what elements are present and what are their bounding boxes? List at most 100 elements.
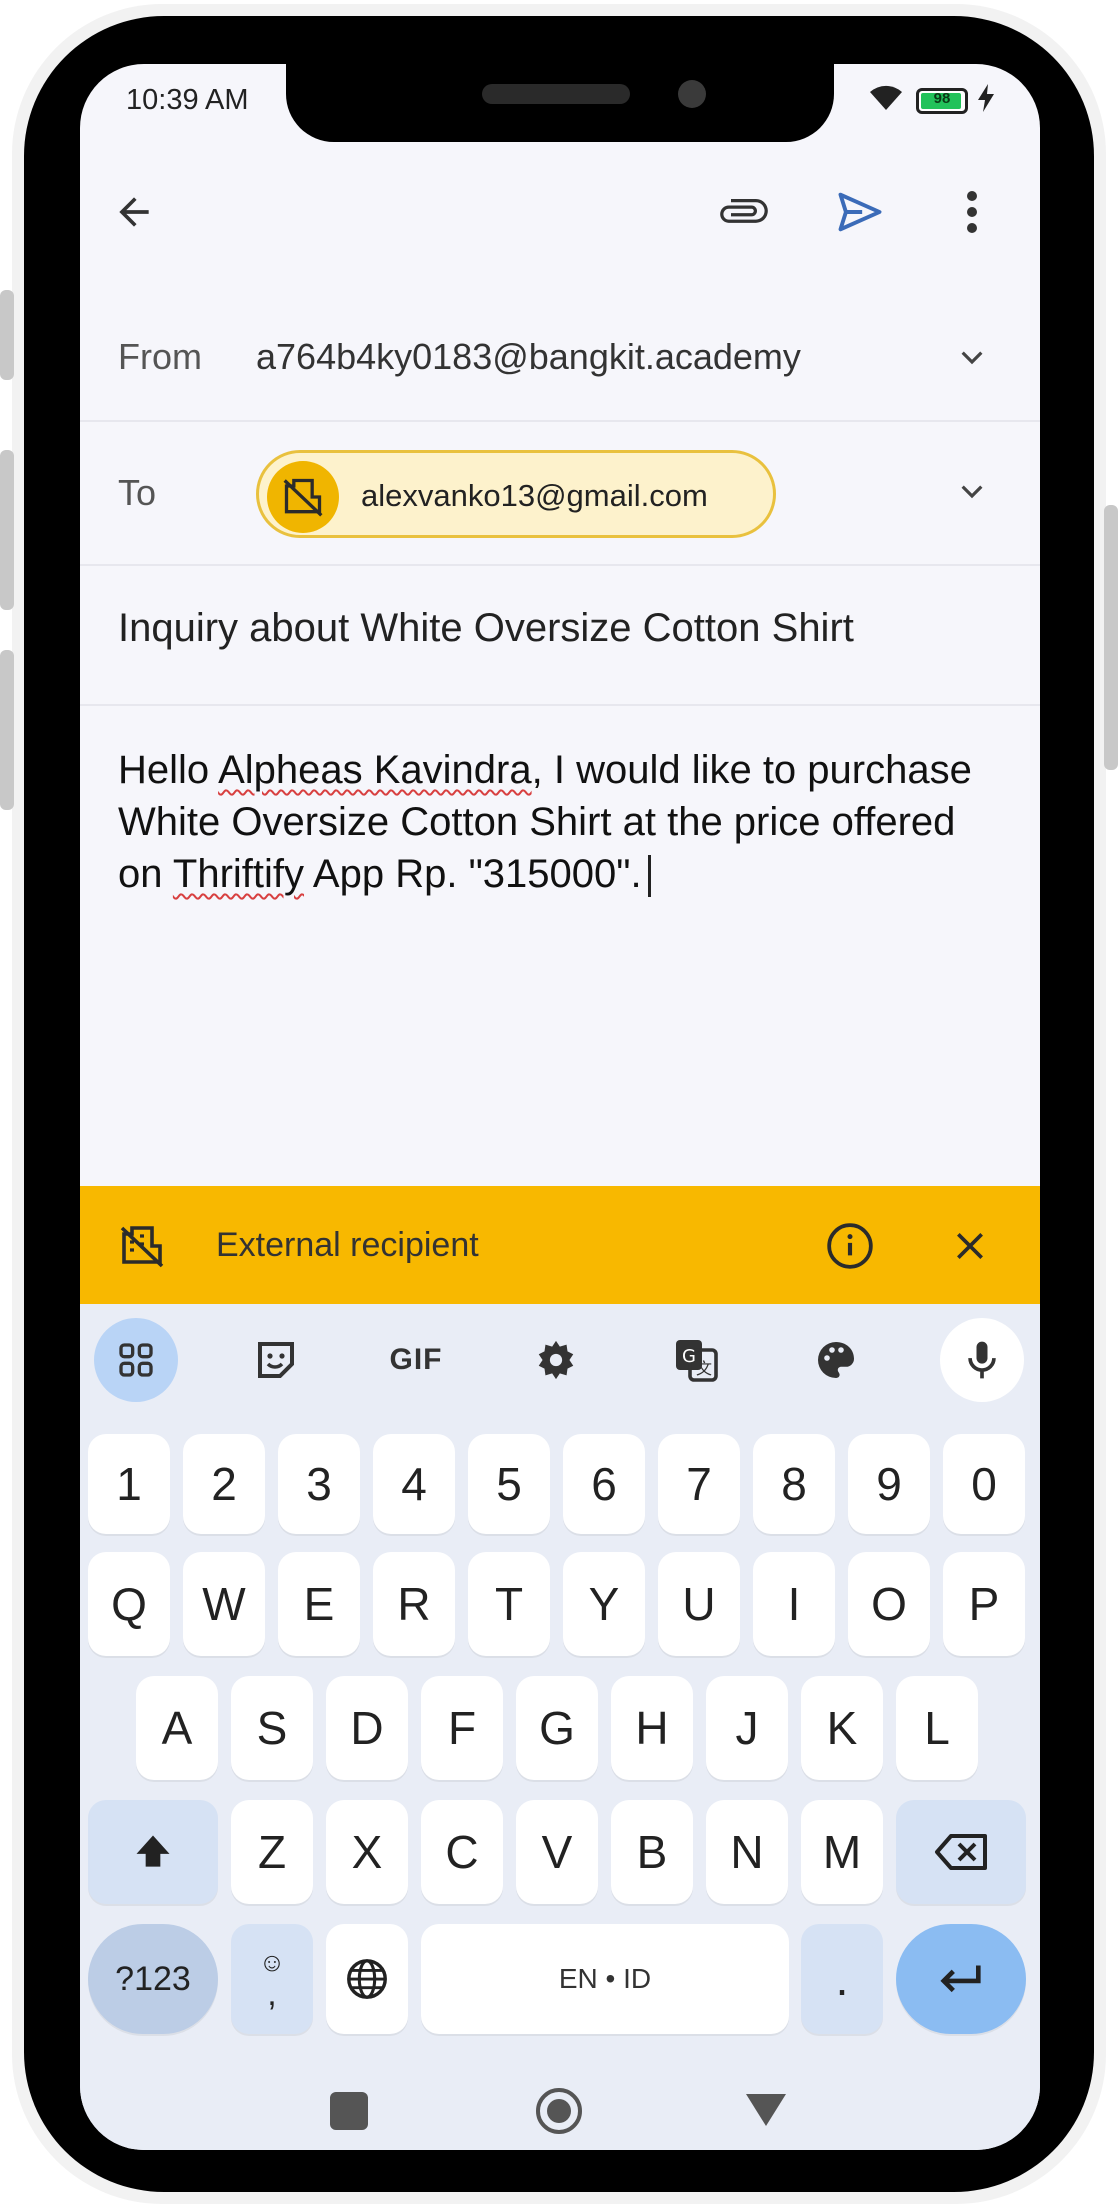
palette-icon — [818, 1342, 854, 1378]
key-k[interactable]: K — [801, 1676, 883, 1780]
side-button-left-mid — [0, 450, 14, 610]
key-w[interactable]: W — [183, 1552, 265, 1656]
shift-icon — [136, 1835, 170, 1867]
symbols-key[interactable]: ?123 — [88, 1924, 218, 2034]
key-q[interactable]: Q — [88, 1552, 170, 1656]
status-icons: 98 — [866, 82, 994, 119]
keyboard-apps-button[interactable] — [94, 1318, 178, 1402]
keyboard: GIF G文 1 2 3 4 5 6 7 8 9 0 Q W E R T Y U… — [80, 1304, 1040, 2150]
key-p[interactable]: P — [943, 1552, 1025, 1656]
key-x[interactable]: X — [326, 1800, 408, 1904]
key-u[interactable]: U — [658, 1552, 740, 1656]
close-icon — [957, 1233, 983, 1259]
key-1[interactable]: 1 — [88, 1434, 170, 1534]
globe-icon — [347, 1959, 387, 1999]
keyboard-settings-button[interactable] — [514, 1318, 598, 1402]
key-o[interactable]: O — [848, 1552, 930, 1656]
phone-screen: 10:39 AM 98 From a764b4ky0183@bangkit.ac… — [80, 64, 1040, 2150]
banner-text: External recipient — [216, 1226, 479, 1264]
key-8[interactable]: 8 — [753, 1434, 835, 1534]
key-s[interactable]: S — [231, 1676, 313, 1780]
svg-text:文: 文 — [696, 1359, 712, 1378]
key-6[interactable]: 6 — [563, 1434, 645, 1534]
sticker-icon — [258, 1342, 294, 1378]
key-b[interactable]: B — [611, 1800, 693, 1904]
translate-button[interactable]: G文 — [654, 1318, 738, 1402]
key-v[interactable]: V — [516, 1800, 598, 1904]
key-j[interactable]: J — [706, 1676, 788, 1780]
key-t[interactable]: T — [468, 1552, 550, 1656]
recents-button[interactable] — [330, 2092, 368, 2130]
sticker-button[interactable] — [234, 1318, 318, 1402]
period-key[interactable]: . — [801, 1924, 883, 2034]
subject-field[interactable]: Inquiry about White Oversize Cotton Shir… — [118, 606, 854, 651]
paperclip-icon — [720, 199, 768, 223]
back-button[interactable] — [104, 182, 164, 242]
key-i[interactable]: I — [753, 1552, 835, 1656]
theme-button[interactable] — [794, 1318, 878, 1402]
enter-icon — [940, 1965, 981, 1993]
key-n[interactable]: N — [706, 1800, 788, 1904]
info-button[interactable] — [822, 1218, 878, 1274]
system-nav-bar — [80, 2084, 1040, 2150]
gear-icon — [538, 1340, 574, 1380]
grid-icon — [119, 1343, 153, 1377]
notch — [286, 64, 834, 142]
send-icon — [838, 192, 882, 232]
recipient-chip[interactable]: alexvanko13@gmail.com — [256, 450, 776, 538]
key-4[interactable]: 4 — [373, 1434, 455, 1534]
language-key[interactable] — [326, 1924, 408, 2034]
from-expand-button[interactable] — [948, 334, 996, 382]
text-cursor — [647, 855, 651, 898]
comma-label: , — [267, 1975, 277, 2013]
key-3[interactable]: 3 — [278, 1434, 360, 1534]
arrow-left-icon — [119, 197, 149, 227]
speaker — [482, 84, 630, 104]
send-button[interactable] — [828, 180, 892, 244]
more-options-button[interactable] — [952, 182, 992, 242]
key-f[interactable]: F — [421, 1676, 503, 1780]
shift-key[interactable] — [88, 1800, 218, 1904]
charging-icon — [978, 84, 994, 117]
gif-button[interactable]: GIF — [374, 1318, 458, 1402]
key-2[interactable]: 2 — [183, 1434, 265, 1534]
backspace-key[interactable] — [896, 1800, 1026, 1904]
back-nav-button[interactable] — [744, 2092, 788, 2133]
key-9[interactable]: 9 — [848, 1434, 930, 1534]
chevron-down-icon — [961, 351, 983, 365]
key-z[interactable]: Z — [231, 1800, 313, 1904]
from-value[interactable]: a764b4ky0183@bangkit.academy — [256, 336, 801, 378]
chevron-down-icon — [961, 485, 983, 499]
external-recipient-banner: External recipient — [80, 1186, 1040, 1304]
key-d[interactable]: D — [326, 1676, 408, 1780]
attach-button[interactable] — [714, 182, 774, 242]
key-5[interactable]: 5 — [468, 1434, 550, 1534]
body-field[interactable]: Hello Alpheas Kavindra, I would like to … — [118, 744, 998, 900]
camera — [678, 80, 706, 108]
key-a[interactable]: A — [136, 1676, 218, 1780]
key-h[interactable]: H — [611, 1676, 693, 1780]
key-7[interactable]: 7 — [658, 1434, 740, 1534]
wifi-icon — [866, 82, 906, 119]
emoji-comma-key[interactable]: ☺ , — [231, 1924, 313, 2034]
to-expand-button[interactable] — [948, 468, 996, 516]
key-y[interactable]: Y — [563, 1552, 645, 1656]
home-button[interactable] — [534, 2086, 584, 2141]
key-c[interactable]: C — [421, 1800, 503, 1904]
body-misspelled-name: Alpheas Kavindra — [218, 748, 532, 792]
key-g[interactable]: G — [516, 1676, 598, 1780]
enter-key[interactable] — [896, 1924, 1026, 2034]
key-r[interactable]: R — [373, 1552, 455, 1656]
status-time: 10:39 AM — [126, 84, 249, 116]
key-m[interactable]: M — [801, 1800, 883, 1904]
dismiss-banner-button[interactable] — [942, 1218, 998, 1274]
from-row: From a764b4ky0183@bangkit.academy — [80, 296, 1040, 422]
external-domain-icon — [118, 1222, 166, 1275]
key-l[interactable]: L — [896, 1676, 978, 1780]
voice-input-button[interactable] — [940, 1318, 1024, 1402]
triangle-back-icon — [746, 2094, 786, 2126]
key-0[interactable]: 0 — [943, 1434, 1025, 1534]
key-e[interactable]: E — [278, 1552, 360, 1656]
space-key[interactable]: EN • ID — [421, 1924, 789, 2034]
side-button-left-bottom — [0, 650, 14, 810]
